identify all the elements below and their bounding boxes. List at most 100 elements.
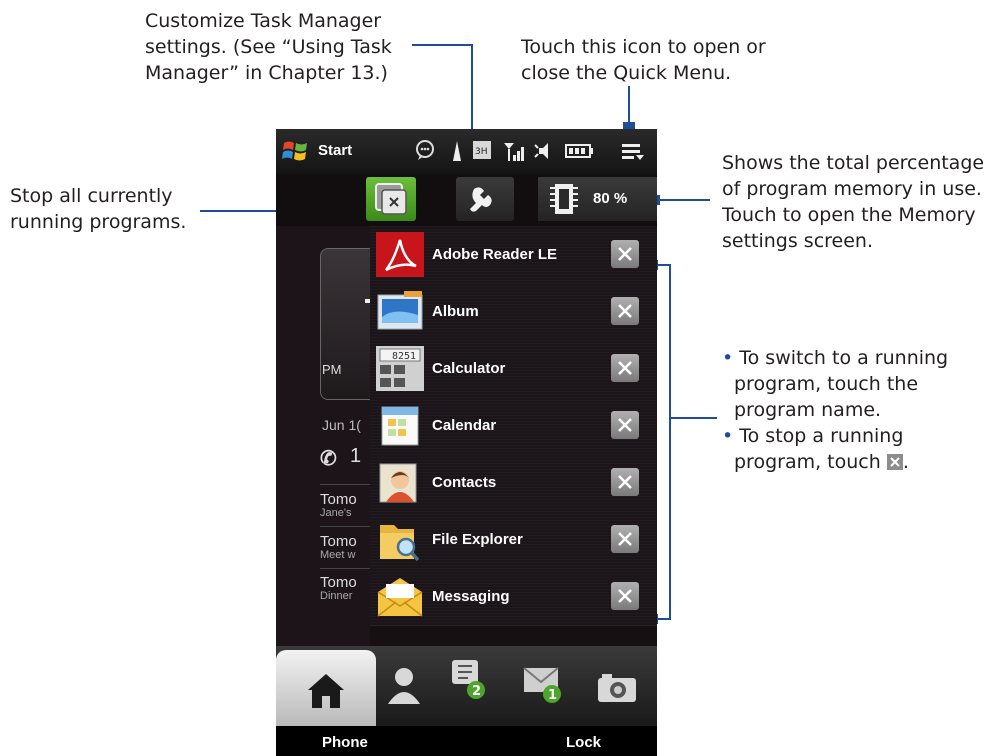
- calculator-icon: 8251: [376, 346, 424, 391]
- stop-all-icon: [375, 183, 407, 215]
- task-name[interactable]: Contacts: [432, 474, 496, 491]
- task-row-adobe-reader[interactable]: Adobe Reader LE: [370, 226, 657, 284]
- callout-line: settings screen.: [722, 230, 874, 252]
- task-row-file-explorer[interactable]: File Explorer: [370, 511, 657, 569]
- adobe-reader-icon: [376, 232, 424, 277]
- close-task-button[interactable]: [611, 297, 639, 325]
- hsdpa-icon[interactable]: 3H: [472, 139, 492, 167]
- messages-badge: 2: [472, 684, 481, 699]
- home-tab[interactable]: [276, 650, 376, 726]
- task-row-album[interactable]: Album: [370, 283, 657, 341]
- home-date: Jun 1(: [322, 417, 361, 433]
- home-item-sub: Dinner: [320, 590, 353, 602]
- notification-bubble-icon[interactable]: [414, 139, 436, 167]
- leader-bracket: [669, 264, 671, 620]
- album-icon: [377, 291, 423, 330]
- email-badge: 1: [548, 688, 557, 703]
- callout-quick-menu: Touch this icon to open or close the Qui…: [521, 34, 766, 86]
- callout-line: program, touch the: [734, 373, 919, 395]
- signal-bars-icon[interactable]: [502, 139, 526, 169]
- callout-line: Touch to open the Memory: [722, 204, 976, 226]
- home-item-title: Tomo: [320, 533, 357, 550]
- phone-screen: Start 3H 80 % PM Jun 1(✆ 1 Tomo Jane's …: [276, 129, 657, 756]
- memory-percent[interactable]: 80 %: [593, 190, 627, 207]
- close-task-button[interactable]: [611, 240, 639, 268]
- close-icon: [618, 361, 632, 375]
- callout-line: Manager” in Chapter 13.): [145, 62, 388, 84]
- callout-stop-all: Stop all currently running programs.: [10, 183, 186, 235]
- contacts-icon: [379, 463, 417, 503]
- task-manager-settings-button[interactable]: [456, 177, 514, 221]
- callout-line: Shows the total percentage: [722, 152, 985, 174]
- memory-chip-icon: [550, 184, 578, 214]
- home-item-title: Tomo: [320, 491, 357, 508]
- svg-text:3H: 3H: [475, 147, 488, 157]
- softkey-bar: Phone Lock: [276, 726, 657, 756]
- task-name[interactable]: Adobe Reader LE: [432, 246, 557, 263]
- task-name[interactable]: File Explorer: [432, 531, 523, 548]
- close-icon: [618, 418, 632, 432]
- callout-line: running programs.: [10, 211, 187, 233]
- close-task-button[interactable]: [611, 525, 639, 553]
- callout-line: close the Quick Menu.: [521, 62, 732, 84]
- messages-tab-icon[interactable]: 2: [446, 656, 490, 706]
- home-tab-bar: 2 1: [276, 646, 657, 726]
- windows-flag-icon[interactable]: [281, 138, 311, 164]
- task-name[interactable]: Messaging: [432, 588, 510, 605]
- close-task-button[interactable]: [611, 468, 639, 496]
- close-task-button[interactable]: [611, 411, 639, 439]
- task-row-contacts[interactable]: Contacts: [370, 454, 657, 512]
- file-explorer-icon: [380, 525, 420, 562]
- home-item-sub: Jane's: [320, 507, 352, 519]
- callout-line: To stop a running: [739, 425, 904, 447]
- callout-line: program name.: [734, 399, 882, 421]
- calculator-display: 8251: [392, 351, 416, 362]
- running-programs-list: Adobe Reader LE Album 8251 Calculator Ca…: [370, 226, 657, 646]
- task-name[interactable]: Calculator: [432, 360, 505, 377]
- people-tab-icon[interactable]: [384, 664, 424, 708]
- task-row-messaging[interactable]: Messaging: [370, 568, 657, 626]
- task-row-calendar[interactable]: Calendar: [370, 397, 657, 455]
- callout-line: Stop all currently: [10, 185, 173, 207]
- softkey-right[interactable]: Lock: [566, 734, 601, 751]
- quick-menu-icon[interactable]: [620, 139, 646, 169]
- calendar-icon: [381, 406, 419, 446]
- close-x-icon: [886, 454, 903, 470]
- callout-memory: Shows the total percentage of program me…: [722, 150, 984, 254]
- close-icon: [618, 475, 632, 489]
- task-row-calculator[interactable]: 8251 Calculator: [370, 340, 657, 398]
- home-item-title: Tomo: [320, 574, 357, 591]
- callout-line: Customize Task Manager: [145, 10, 382, 32]
- callout-line: settings. (See “Using Task: [145, 36, 392, 58]
- home-icon: [308, 674, 344, 708]
- memory-button[interactable]: 80 %: [538, 177, 657, 221]
- callout-customize: Customize Task Manager settings. (See “U…: [145, 8, 392, 86]
- speaker-icon[interactable]: [533, 139, 557, 169]
- close-icon: [618, 589, 632, 603]
- signal-antenna-icon[interactable]: [450, 139, 464, 169]
- softkey-left[interactable]: Phone: [322, 734, 368, 751]
- clock-ampm: PM: [322, 362, 342, 377]
- task-name[interactable]: Album: [432, 303, 479, 320]
- missed-call-icon: ✆: [320, 448, 337, 470]
- camera-tab-icon[interactable]: [594, 668, 640, 708]
- leader-line: [412, 44, 473, 46]
- email-tab-icon[interactable]: 1: [520, 660, 568, 710]
- close-task-button[interactable]: [611, 354, 639, 382]
- close-task-button[interactable]: [611, 582, 639, 610]
- leader-line: [652, 199, 710, 201]
- task-manager-toolbar: 80 %: [276, 174, 657, 226]
- status-bar: Start 3H: [276, 129, 657, 174]
- stop-all-button[interactable]: [366, 177, 416, 221]
- wrench-icon: [470, 187, 492, 212]
- close-icon: [618, 304, 632, 318]
- close-icon: [618, 247, 632, 261]
- callout-line: Touch this icon to open or: [521, 36, 766, 58]
- battery-icon[interactable]: [564, 139, 594, 169]
- task-name[interactable]: Calendar: [432, 417, 496, 434]
- start-label[interactable]: Start: [318, 142, 352, 159]
- callout-task-bullets: • To switch to a running program, touch …: [722, 347, 949, 473]
- callout-line: of program memory in use.: [722, 178, 982, 200]
- close-icon: [618, 532, 632, 546]
- messaging-icon: [377, 578, 423, 617]
